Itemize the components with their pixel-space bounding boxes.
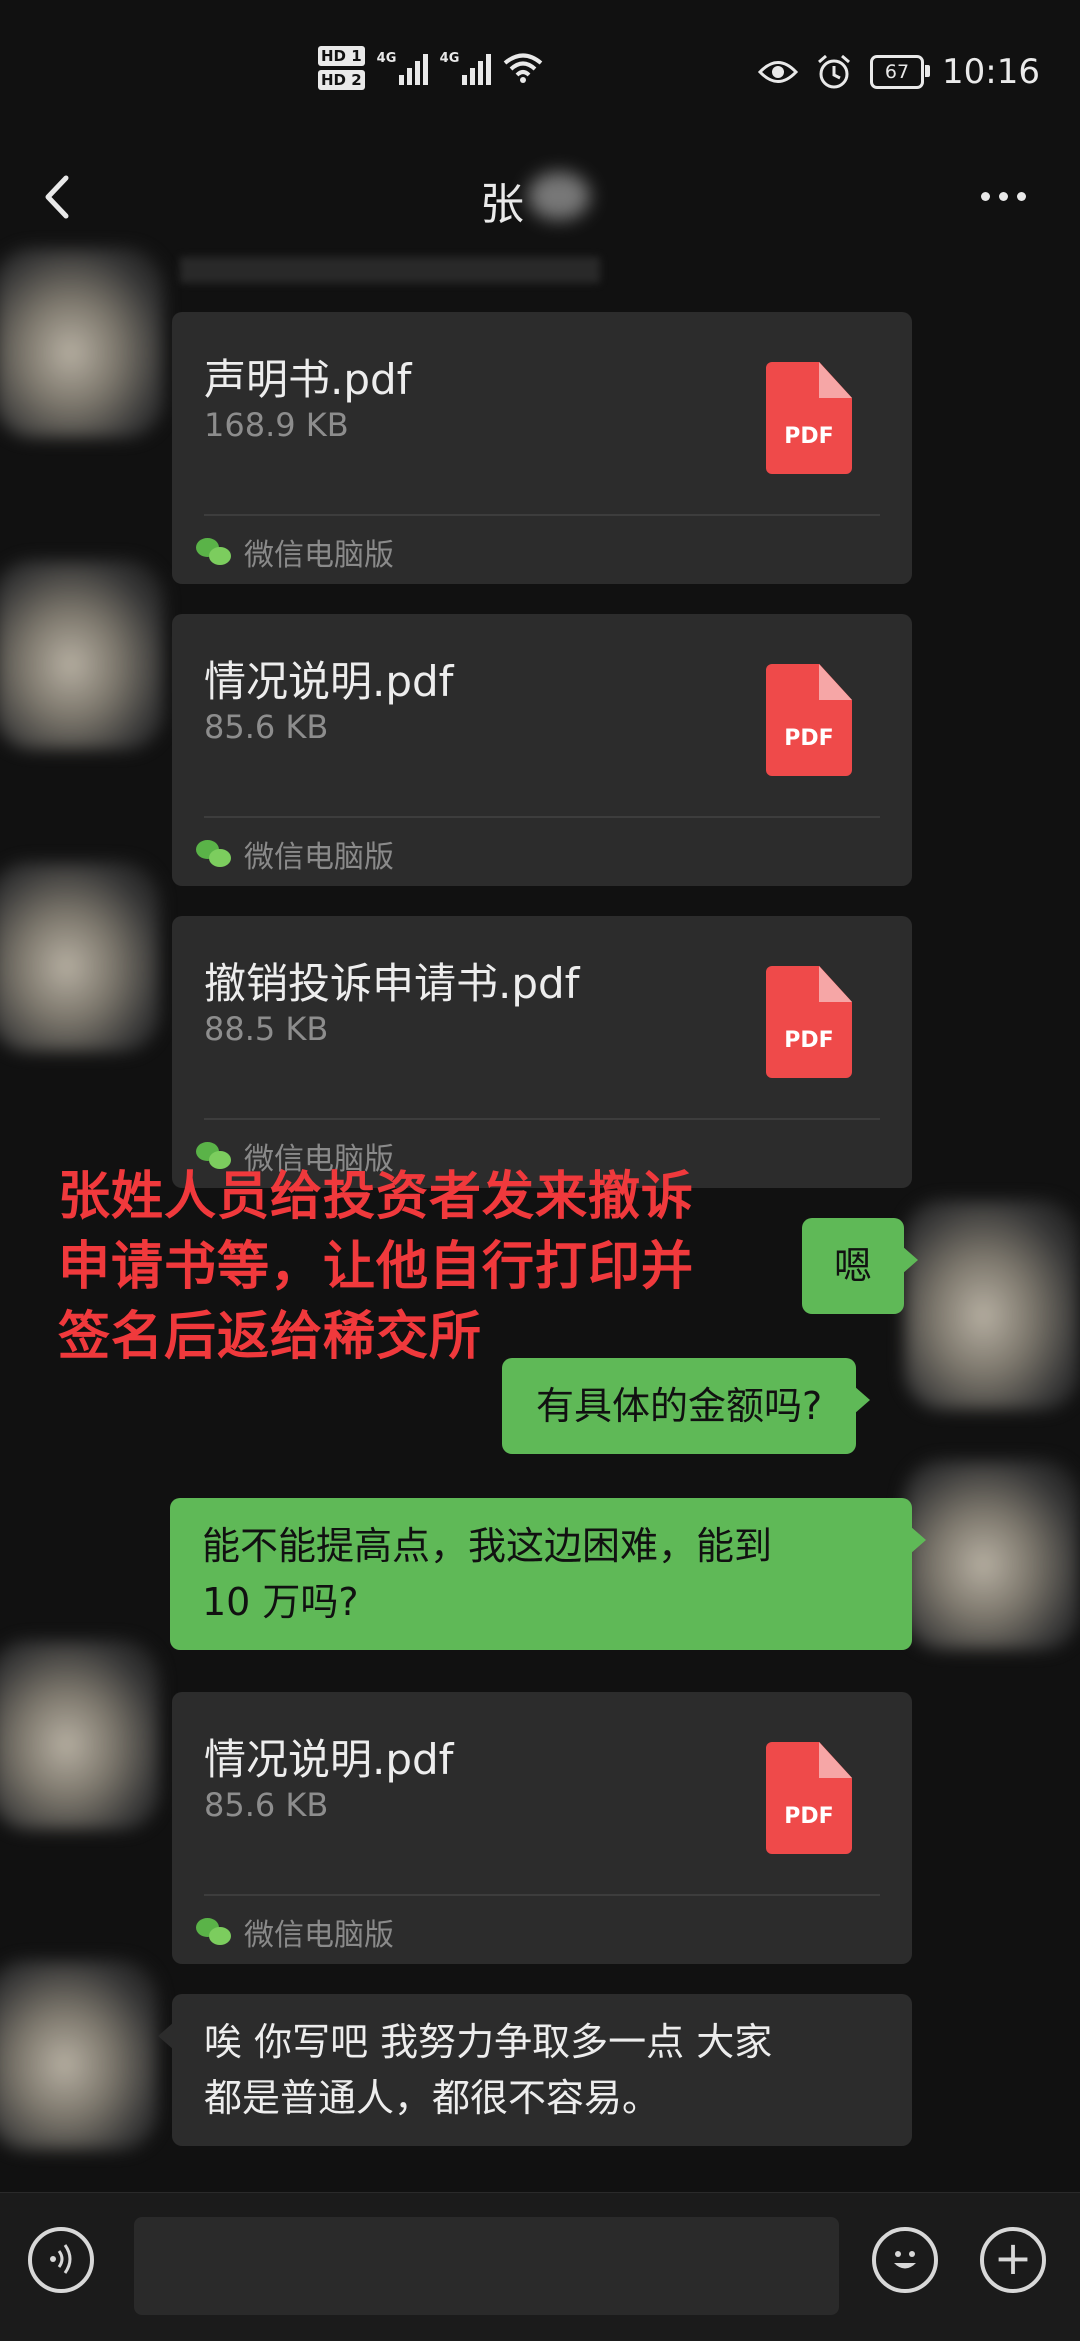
pdf-label: PDF xyxy=(784,726,834,751)
sent-message[interactable]: 能不能提高点，我这边困难，能到 10 万吗? xyxy=(170,1498,926,1650)
bubble-tail xyxy=(854,1386,871,1414)
message-text-line: 都是普通人，都很不容易。 xyxy=(204,2076,661,2120)
clock: 10:16 xyxy=(942,52,1040,92)
message-input[interactable] xyxy=(134,2217,839,2315)
file-name: 情况说明.pdf xyxy=(204,1735,454,1784)
contact-avatar[interactable] xyxy=(0,1640,160,1830)
file-source: 微信电脑版 xyxy=(196,1910,394,1954)
contact-avatar[interactable] xyxy=(0,560,164,750)
sent-message[interactable]: 有具体的金额吗? xyxy=(502,1358,871,1454)
source-label: 微信电脑版 xyxy=(244,840,394,875)
pdf-file-icon xyxy=(766,1742,852,1854)
wechat-icon xyxy=(196,840,232,868)
file-message[interactable]: 撤销投诉申请书.pdf 88.5 KB PDF 微信电脑版 xyxy=(172,916,912,1188)
file-size: 168.9 KB xyxy=(204,406,349,444)
message-input-bar: + xyxy=(0,2192,1080,2341)
message-text: 嗯 xyxy=(834,1244,873,1288)
network-type-1: 4G xyxy=(376,51,397,66)
pdf-label: PDF xyxy=(784,424,834,449)
message-text-line: 10 万吗? xyxy=(202,1580,359,1624)
self-avatar[interactable] xyxy=(904,1460,1080,1650)
hd-badges: HD 1 HD 2 xyxy=(318,46,365,90)
file-name: 声明书.pdf xyxy=(204,355,412,404)
message-text-line: 唉 你写吧 我努力争取多一点 大家 xyxy=(204,2020,773,2064)
pdf-label: PDF xyxy=(784,1028,834,1053)
alarm-icon xyxy=(818,54,850,89)
pdf-file-icon xyxy=(766,362,852,474)
contact-avatar[interactable] xyxy=(0,248,164,438)
message-text: 有具体的金额吗? xyxy=(536,1384,823,1428)
file-source: 微信电脑版 xyxy=(196,832,394,876)
wechat-icon xyxy=(196,1918,232,1946)
signal-icon-2: 4G xyxy=(440,51,491,85)
message-text-line: 能不能提高点，我这边困难，能到 xyxy=(202,1524,773,1568)
contact-avatar[interactable] xyxy=(0,862,160,1052)
file-name: 情况说明.pdf xyxy=(204,657,454,706)
sent-message[interactable]: 嗯 xyxy=(802,1218,919,1314)
card-divider xyxy=(204,1118,880,1120)
file-name: 撤销投诉申请书.pdf xyxy=(204,959,580,1008)
bubble-tail xyxy=(158,2022,174,2050)
eye-icon xyxy=(758,61,799,83)
source-label: 微信电脑版 xyxy=(244,1918,394,1953)
self-avatar[interactable] xyxy=(904,1200,1080,1410)
file-message[interactable]: 情况说明.pdf 85.6 KB PDF 微信电脑版 xyxy=(172,614,912,886)
hd-badge-1: HD 1 xyxy=(318,46,365,66)
received-message[interactable]: 唉 你写吧 我努力争取多一点 大家 都是普通人，都很不容易。 xyxy=(158,1994,912,2146)
annotation-line: 张姓人员给投资者发来撤诉 xyxy=(58,1167,695,1227)
battery-level: 67 xyxy=(884,61,910,83)
bubble-tail xyxy=(910,1526,926,1554)
source-label: 微信电脑版 xyxy=(244,538,394,573)
add-attachment-icon[interactable]: + xyxy=(980,2227,1046,2293)
annotation-line: 签名后返给稀交所 xyxy=(58,1307,483,1367)
battery-icon: 67 xyxy=(870,55,931,89)
chat-title: 张 xyxy=(480,179,524,230)
file-message[interactable]: 情况说明.pdf 85.6 KB PDF 微信电脑版 xyxy=(172,1692,912,1964)
file-size: 88.5 KB xyxy=(204,1010,329,1048)
network-type-2: 4G xyxy=(439,51,460,66)
more-options-icon[interactable] xyxy=(968,176,1038,216)
chat-header: 张 xyxy=(0,150,1080,250)
status-bar: HD 1 HD 2 4G 4G 67 10:16 xyxy=(0,0,1080,150)
pdf-file-icon xyxy=(766,664,852,776)
file-size: 85.6 KB xyxy=(204,708,329,746)
redacted-name xyxy=(528,172,590,220)
card-divider xyxy=(204,816,880,818)
bubble-tail xyxy=(902,1246,919,1274)
annotation-line: 申请书等，让他自行打印并 xyxy=(58,1237,695,1297)
file-message[interactable]: 声明书.pdf 168.9 KB PDF 微信电脑版 xyxy=(172,312,912,584)
card-divider xyxy=(204,1894,880,1896)
signal-icon: 4G xyxy=(377,51,428,85)
wechat-icon xyxy=(196,538,232,566)
pdf-file-icon xyxy=(766,966,852,1078)
card-divider xyxy=(204,514,880,516)
system-status: 67 10:16 xyxy=(758,52,1040,92)
network-status: HD 1 HD 2 4G 4G xyxy=(318,46,543,90)
back-arrow-icon[interactable] xyxy=(32,162,92,232)
annotation-caption: 张姓人员给投资者发来撤诉 申请书等，让他自行打印并 签名后返给稀交所 xyxy=(58,1162,694,1372)
redacted-strip xyxy=(180,257,600,283)
file-size: 85.6 KB xyxy=(204,1786,329,1824)
emoji-icon[interactable] xyxy=(872,2227,938,2293)
pdf-label: PDF xyxy=(784,1804,834,1829)
wifi-icon xyxy=(503,53,542,83)
contact-avatar[interactable] xyxy=(0,1960,158,2150)
file-source: 微信电脑版 xyxy=(196,530,394,574)
voice-input-icon[interactable] xyxy=(28,2227,94,2293)
hd-badge-2: HD 2 xyxy=(318,70,365,90)
